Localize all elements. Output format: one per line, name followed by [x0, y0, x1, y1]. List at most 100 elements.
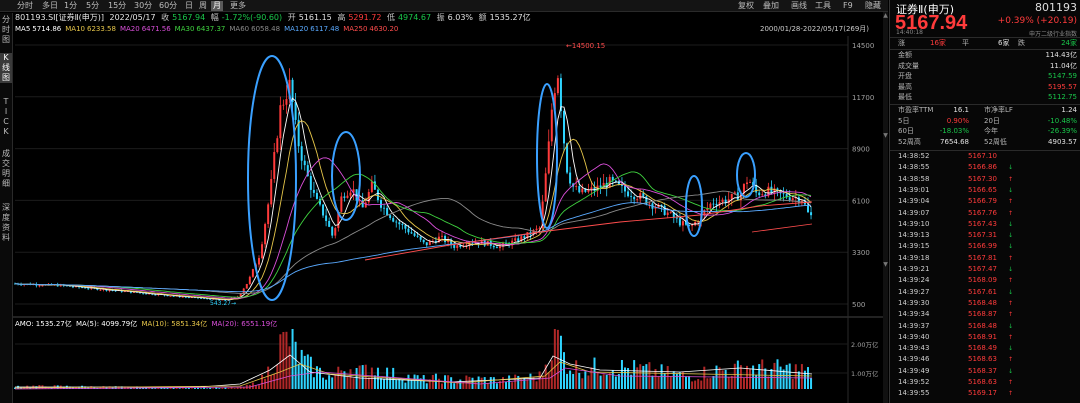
candle-body	[322, 204, 325, 216]
volume-bar	[800, 364, 803, 389]
annotation-circle	[331, 131, 361, 221]
candle-body	[276, 138, 279, 153]
candle-body	[383, 207, 386, 209]
tick-arrow-icon: ↑	[1008, 198, 1014, 206]
volume-bar	[505, 381, 508, 389]
volume-bar	[694, 380, 697, 389]
volume-bar	[322, 377, 325, 389]
candle-body	[154, 294, 157, 296]
candle-body	[242, 288, 245, 294]
candle-body	[373, 181, 376, 190]
volume-bar	[340, 370, 343, 389]
candle-body	[203, 298, 206, 300]
scroll-up-icon[interactable]: ▲	[883, 12, 888, 20]
stat-label: 今年	[984, 127, 998, 135]
candle-body	[370, 181, 373, 193]
peak-label: ←14500.15	[566, 42, 605, 50]
tick-row: 14:38:58 5167.30 ↑	[890, 175, 1080, 184]
candle-body	[669, 212, 672, 213]
scroll-down-icon[interactable]: ▼	[883, 261, 888, 269]
candle-body	[642, 193, 645, 197]
volume-bar	[273, 373, 276, 389]
volume-bar	[767, 376, 770, 389]
volume-bar	[535, 381, 538, 389]
tick-row: 14:39:46 5168.63 ↑	[890, 355, 1080, 364]
candle-body	[544, 173, 547, 202]
candle-body	[590, 187, 593, 190]
volume-bar	[178, 388, 181, 389]
volume-bar	[337, 366, 340, 389]
candle-body	[663, 205, 666, 215]
vol-axis-label: 2.00万亿	[851, 340, 879, 349]
volume-bar	[630, 374, 633, 389]
volume-bar	[224, 387, 227, 389]
candle-body	[556, 78, 559, 94]
volume-bar	[678, 372, 681, 389]
stat-value: 0.90%	[946, 116, 969, 125]
vertical-scrollbar[interactable]: ▲ ▼ ▼	[883, 12, 888, 403]
volume-bar	[782, 369, 785, 389]
tick-time: 14:38:55	[898, 163, 930, 172]
tick-row: 14:39:49 5168.37 ↓	[890, 367, 1080, 376]
candle-body	[703, 210, 706, 214]
volume-bar	[642, 365, 645, 389]
tick-row: 14:39:34 5168.87 ↑	[890, 310, 1080, 319]
tick-row: 14:39:55 5169.17 ↑	[890, 389, 1080, 398]
tick-row: 14:38:55 5166.86 ↓	[890, 163, 1080, 172]
kline-chart[interactable]: 14500 11700 8900 6100 3300 500 2.00万亿 1.00万亿 ←14…	[0, 0, 889, 403]
volume-bar	[404, 382, 407, 389]
candle-body	[245, 283, 248, 289]
candle-body	[349, 192, 352, 196]
stat-label: 成交量	[898, 61, 919, 70]
candle-body	[99, 289, 102, 291]
candle-body	[386, 208, 389, 216]
up-count-label: 涨	[898, 39, 905, 47]
tick-price: 5166.99	[968, 242, 997, 251]
volume-bar	[685, 376, 687, 389]
candle-body	[761, 194, 764, 196]
volume-bar	[764, 368, 767, 389]
volume-bar	[718, 367, 721, 389]
candle-body	[364, 202, 367, 208]
volume-bar	[331, 377, 334, 389]
stat-value: 16.1	[953, 106, 969, 114]
volume-bar	[721, 370, 724, 389]
candle-body	[343, 196, 346, 198]
ma-line	[14, 190, 812, 294]
stat-label: 市盈率TTM	[898, 106, 934, 114]
ma250-line	[364, 201, 813, 261]
volume-bar	[566, 373, 569, 389]
volume-bar	[675, 373, 678, 389]
volume-bar	[172, 388, 175, 389]
tick-arrow-icon: ↑	[1008, 299, 1014, 307]
stat-value: 7654.68	[940, 137, 969, 146]
volume-bar	[352, 378, 355, 389]
candle-body	[331, 226, 334, 236]
tick-time: 14:39:15	[898, 242, 930, 251]
volume-bar	[291, 329, 294, 389]
tick-row: 14:39:18 5167.81 ↑	[890, 254, 1080, 263]
volume-bar	[691, 381, 694, 389]
tick-time: 14:39:37	[898, 321, 930, 330]
volume-bar	[550, 360, 553, 389]
tick-arrow-icon: ↓	[1008, 345, 1014, 353]
candle-body	[270, 178, 273, 205]
stat-value: 4903.57	[1048, 137, 1077, 146]
scroll-mid-icon[interactable]: ▼	[883, 132, 888, 140]
volume-bar	[776, 359, 779, 389]
volume-bar	[206, 388, 209, 389]
volume-bar	[187, 387, 190, 389]
volume-bar	[190, 388, 193, 389]
candle-body	[340, 196, 343, 212]
candle-body	[303, 160, 306, 166]
volume-bar	[325, 379, 328, 389]
stat-label: 最高	[898, 82, 912, 91]
stat-row: 金额 114.43亿	[890, 51, 1080, 60]
tick-price: 5167.61	[968, 287, 997, 296]
volume-bar	[553, 329, 556, 389]
volume-bar	[114, 386, 117, 389]
tick-row: 14:39:27 5167.61 ↓	[890, 288, 1080, 297]
volume-bar	[303, 355, 306, 389]
volume-bar	[276, 364, 279, 389]
volume-bar	[261, 374, 264, 389]
